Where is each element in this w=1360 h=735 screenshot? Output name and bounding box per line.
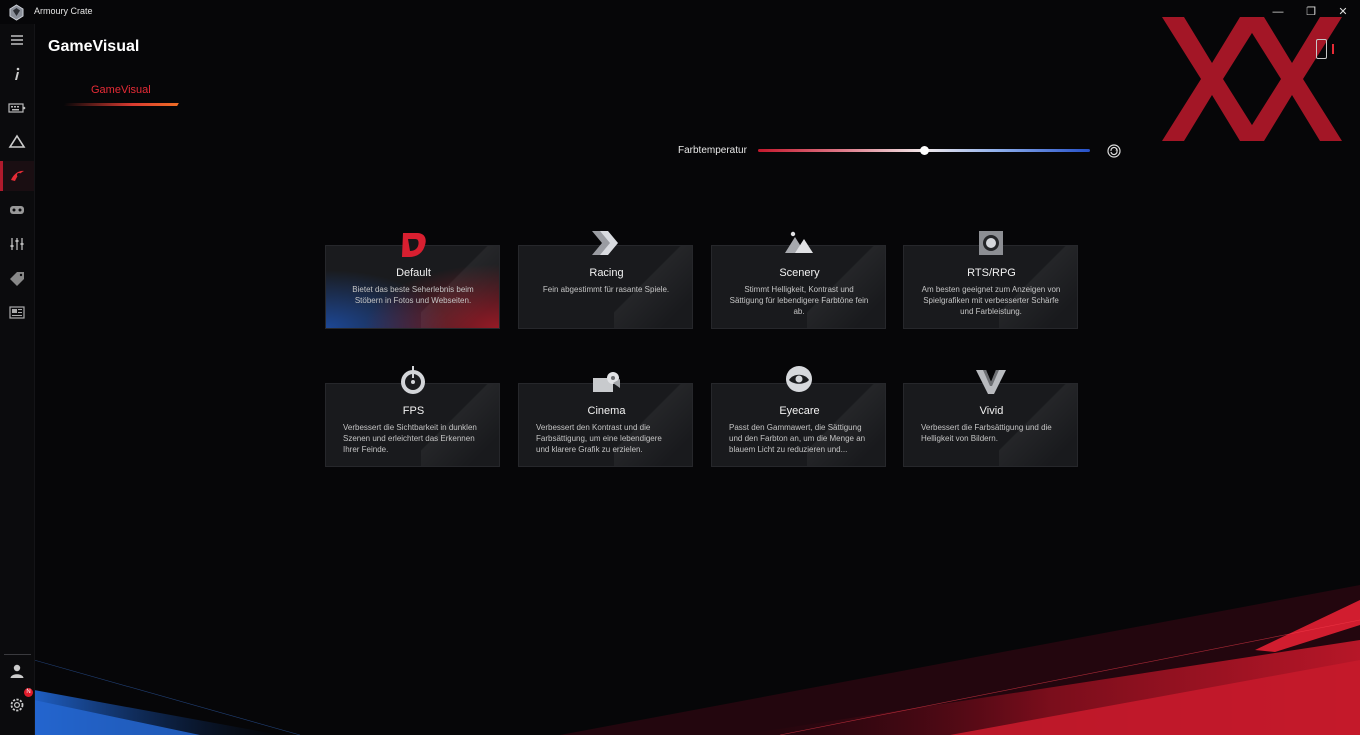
- mode-description: Verbessert die Farbsättigung und die Hel…: [921, 423, 1052, 443]
- title-bar: Armoury Crate — ❐ ✕: [0, 0, 1360, 24]
- tab-active-underline: [63, 103, 179, 106]
- mode-description: Fein abgestimmt für rasante Spiele.: [542, 285, 670, 294]
- background-art: [33, 585, 1360, 735]
- mode-description: Am besten geeignet zum Anzeigen von Spie…: [921, 285, 1061, 316]
- hamburger-menu-button[interactable]: [0, 25, 34, 55]
- default-d-icon: [402, 233, 426, 257]
- cinema-icon: [593, 372, 620, 392]
- aura-triangle-icon: [8, 134, 26, 148]
- mode-description: Passt den Gammawert, die Sättigung und d…: [729, 423, 866, 454]
- mode-description: Stimmt Helligkeit, Kontrast und Sättigun…: [729, 285, 869, 316]
- color-temperature-label: Farbtemperatur: [678, 145, 747, 156]
- mode-card-eyecare[interactable]: Eyecare Passt den Gammawert, die Sättigu…: [711, 383, 886, 467]
- eyecare-eye-icon: [786, 366, 812, 392]
- mode-description: Bietet das beste Seherlebnis beim Stöber…: [352, 285, 474, 305]
- rog-logo-icon: [9, 4, 24, 21]
- sidebar-item-gamevisual[interactable]: [0, 161, 34, 191]
- app-title: Armoury Crate: [34, 6, 93, 16]
- sidebar-item-aura[interactable]: [0, 127, 34, 157]
- toggle-accent: [1332, 44, 1334, 54]
- notification-badge: N: [24, 688, 33, 697]
- fps-crosshair-icon: [401, 366, 425, 394]
- equalizer-sliders-icon: [10, 238, 24, 250]
- sidebar-item-gamepad[interactable]: [0, 195, 34, 225]
- sidebar-item-deals[interactable]: [0, 263, 34, 293]
- mode-name: Eyecare: [779, 405, 820, 417]
- color-temperature-slider-thumb[interactable]: [920, 146, 929, 155]
- mode-name: Default: [396, 267, 431, 279]
- mode-name: Cinema: [587, 405, 626, 417]
- mode-name: Racing: [589, 267, 624, 279]
- info-icon: [15, 67, 20, 80]
- sidebar-item-info[interactable]: [0, 59, 34, 89]
- brand-emblem: [1162, 17, 1342, 141]
- mode-description: Verbessert die Sichtbarkeit in dunklen S…: [343, 423, 477, 454]
- user-profile-icon: [10, 664, 24, 678]
- mode-name: Vivid: [979, 405, 1004, 417]
- racing-arrows-icon: [592, 231, 618, 255]
- sidebar-toggle-handle[interactable]: [1316, 39, 1327, 59]
- mode-name: RTS/RPG: [967, 267, 1016, 279]
- mode-name: Scenery: [779, 267, 820, 279]
- sidebar: N: [0, 24, 35, 735]
- news-icon: [9, 306, 25, 319]
- deals-tag-icon: [10, 272, 24, 286]
- reset-icon[interactable]: [1107, 144, 1121, 158]
- gamevisual-icon: [11, 170, 24, 181]
- sidebar-item-device[interactable]: [0, 93, 34, 123]
- hamburger-menu-icon: [11, 35, 23, 45]
- sidebar-item-news[interactable]: [0, 297, 34, 327]
- keyboard-device-icon: [8, 103, 26, 113]
- page-title: GameVisual: [48, 38, 140, 55]
- vivid-v-icon: [976, 370, 1006, 394]
- rts-rpg-icon: [979, 231, 1003, 255]
- scenery-mountains-icon: [785, 231, 813, 253]
- sidebar-item-profile[interactable]: [0, 656, 34, 686]
- tab-gamevisual[interactable]: GameVisual: [91, 84, 151, 96]
- sidebar-item-settings-sliders[interactable]: [0, 229, 34, 259]
- sidebar-divider: [4, 654, 31, 655]
- gamepad-icon: [10, 206, 24, 214]
- mode-description: Verbessert den Kontrast und die Farbsätt…: [536, 423, 662, 454]
- settings-gear-icon: [10, 698, 24, 712]
- mode-name: FPS: [402, 405, 425, 417]
